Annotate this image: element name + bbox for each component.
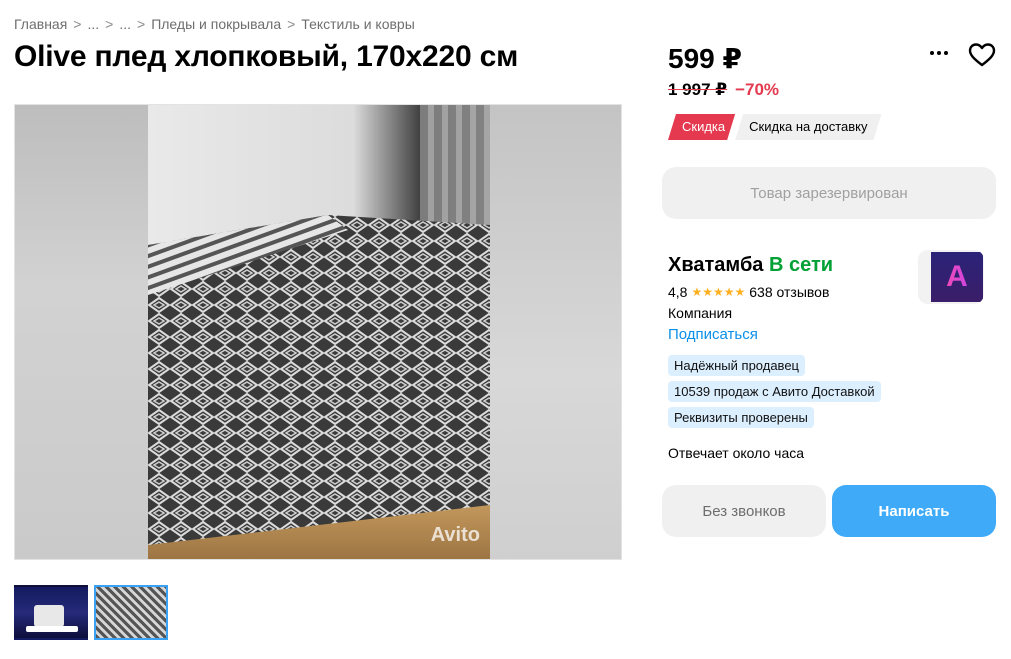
sale-badge: Скидка bbox=[668, 114, 735, 140]
breadcrumb-separator: > bbox=[137, 16, 146, 32]
star-icon: ★★★★★ bbox=[691, 285, 746, 299]
seller-tags: Надёжный продавец 10539 продаж с Авито Д… bbox=[668, 355, 881, 428]
write-message-button[interactable]: Написать bbox=[832, 485, 996, 537]
breadcrumb: Главная > ... > ... > Пледы и покрывала … bbox=[14, 16, 415, 32]
response-time: Отвечает около часа bbox=[668, 445, 805, 461]
tag-reliable-seller: Надёжный продавец bbox=[668, 355, 805, 376]
old-price-row: 1 997 ₽ −70% bbox=[668, 80, 779, 100]
rating-value: 4,8 bbox=[668, 284, 688, 300]
breadcrumb-item[interactable]: ... bbox=[87, 16, 99, 32]
breadcrumb-separator: > bbox=[73, 16, 82, 32]
avatar-letter: A bbox=[931, 250, 983, 304]
thumbnail-sofa bbox=[34, 605, 64, 627]
online-status: В сети bbox=[768, 254, 834, 276]
breadcrumb-home[interactable]: Главная bbox=[14, 16, 67, 32]
discount-percent: −70% bbox=[735, 80, 780, 99]
no-calls-button[interactable]: Без звонков bbox=[662, 485, 826, 537]
tag-sales-count: 10539 продаж с Авито Доставкой bbox=[668, 381, 881, 402]
page-title: Olive плед хлопковый, 170x220 см bbox=[14, 40, 519, 73]
breadcrumb-item[interactable]: ... bbox=[119, 16, 131, 32]
breadcrumb-separator: > bbox=[287, 16, 296, 32]
main-photo-gallery[interactable]: Avito bbox=[14, 104, 622, 560]
thumbnail-strip bbox=[14, 585, 168, 640]
reserved-button: Товар зарезервирован bbox=[662, 167, 996, 219]
seller-type: Компания bbox=[668, 305, 733, 321]
breadcrumb-item-blankets[interactable]: Пледы и покрывала bbox=[151, 16, 281, 32]
thumbnail-caption bbox=[26, 626, 78, 632]
photo-blur-left bbox=[15, 105, 148, 559]
seller-name[interactable]: Хватамба bbox=[668, 254, 763, 276]
reviews-count: 638 отзывов bbox=[749, 284, 830, 300]
thumbnail-1[interactable] bbox=[14, 585, 88, 640]
avito-watermark: Avito bbox=[430, 524, 480, 546]
old-price: 1 997 ₽ bbox=[668, 80, 728, 99]
thumbnail-2[interactable] bbox=[94, 585, 168, 640]
main-photo[interactable]: Avito bbox=[148, 105, 490, 559]
more-icon[interactable] bbox=[926, 42, 952, 64]
subscribe-link[interactable]: Подписаться bbox=[668, 326, 758, 343]
current-price: 599 ₽ bbox=[668, 43, 742, 74]
heart-icon[interactable] bbox=[968, 42, 996, 68]
breadcrumb-separator: > bbox=[105, 16, 114, 32]
seller-name-row: Хватамба В сети bbox=[668, 254, 833, 277]
photo-blur-right bbox=[488, 105, 621, 559]
delivery-discount-badge: Скидка на доставку bbox=[735, 114, 881, 140]
seller-rating[interactable]: 4,8 ★★★★★ 638 отзывов bbox=[668, 284, 829, 300]
blanket-pattern bbox=[148, 215, 490, 545]
seller-avatar[interactable]: A bbox=[918, 250, 984, 304]
discount-badges: Скидка Скидка на доставку bbox=[668, 114, 882, 140]
breadcrumb-item-textile[interactable]: Текстиль и ковры bbox=[301, 16, 414, 32]
tag-verified: Реквизиты проверены bbox=[668, 407, 814, 428]
